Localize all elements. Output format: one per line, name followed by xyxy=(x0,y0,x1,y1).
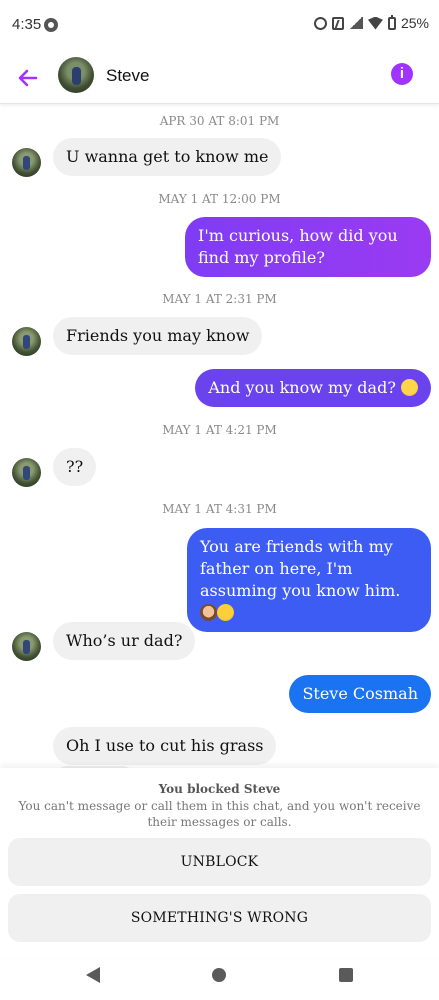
contact-avatar[interactable] xyxy=(58,57,94,93)
back-arrow-icon[interactable] xyxy=(14,64,42,92)
timestamp: MAY 1 AT 12:00 PM xyxy=(158,192,281,206)
timestamp: MAY 1 AT 4:21 PM xyxy=(162,423,277,437)
facepalm-emoji-icon xyxy=(200,604,217,621)
sender-avatar xyxy=(12,148,41,177)
info-icon[interactable]: i xyxy=(391,63,413,85)
incoming-message[interactable]: U wanna get to know me xyxy=(53,138,282,176)
outgoing-message[interactable]: Steve Cosmah xyxy=(289,675,431,713)
signal-icon xyxy=(348,17,363,29)
contact-name[interactable]: Steve xyxy=(106,66,149,86)
status-bar: 4:35 25% xyxy=(0,0,439,52)
blocked-panel: You blocked Steve You can't message or c… xyxy=(0,768,439,958)
message-text: You are friends with my father on here, … xyxy=(200,537,401,600)
outgoing-message[interactable]: I'm curious, how did you find my profile… xyxy=(185,217,431,277)
blocked-description: You can't message or call them in this c… xyxy=(18,799,421,829)
message-text: And you know my dad? xyxy=(208,378,396,397)
battery-icon xyxy=(387,14,396,30)
nav-home-icon[interactable] xyxy=(212,968,226,982)
nfc-icon xyxy=(331,16,344,30)
timestamp: MAY 1 AT 4:31 PM xyxy=(162,502,277,516)
unblock-button[interactable]: UNBLOCK xyxy=(8,838,431,886)
timestamp: MAY 1 AT 2:31 PM xyxy=(162,292,277,306)
status-icons: 25% xyxy=(313,14,429,31)
status-time: 4:35 xyxy=(12,16,42,33)
rofl-emoji-icon xyxy=(214,601,237,624)
blocked-title: You blocked Steve xyxy=(158,782,281,796)
sender-avatar xyxy=(12,632,41,661)
sender-avatar xyxy=(12,458,41,487)
message-list[interactable]: APR 30 AT 8:01 PM U wanna get to know me… xyxy=(0,104,439,768)
alarm-icon xyxy=(313,16,327,30)
smile-emoji-icon xyxy=(401,379,418,396)
incoming-message[interactable]: ?? xyxy=(53,448,97,486)
incoming-message[interactable]: Friends you may know xyxy=(53,317,263,355)
nav-back-icon[interactable] xyxy=(86,967,100,983)
battery-percent: 25% xyxy=(400,15,429,31)
incoming-message[interactable]: Who’s ur dad? xyxy=(53,622,196,660)
somethings-wrong-button[interactable]: SOMETHING'S WRONG xyxy=(8,894,431,942)
incoming-message[interactable]: Oh I use to cut his grass xyxy=(53,727,277,765)
system-nav-bar xyxy=(0,958,439,1000)
outgoing-message[interactable]: You are friends with my father on here, … xyxy=(187,528,431,632)
notification-icon xyxy=(44,18,58,32)
sender-avatar xyxy=(12,327,41,356)
outgoing-message[interactable]: And you know my dad? xyxy=(195,369,431,407)
nav-recents-icon[interactable] xyxy=(339,968,353,982)
wifi-icon xyxy=(367,16,383,30)
timestamp: APR 30 AT 8:01 PM xyxy=(159,114,280,128)
conversation-header: Steve i xyxy=(0,52,439,104)
